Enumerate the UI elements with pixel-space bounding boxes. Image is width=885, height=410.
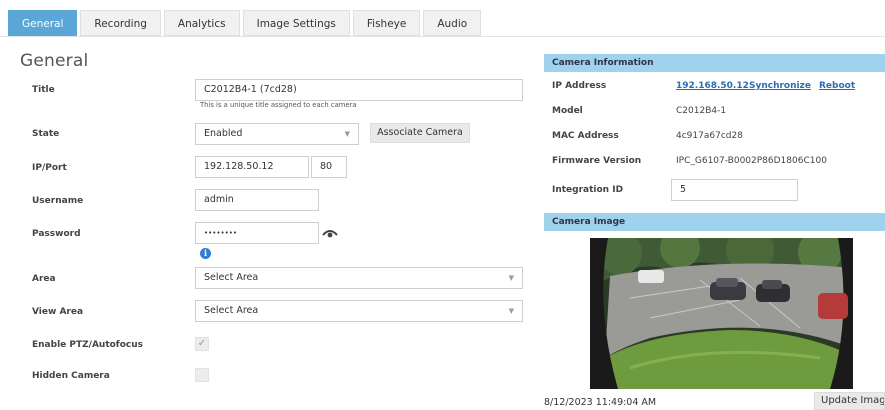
title-input[interactable]: C2012B4-1 (7cd28) [195,79,523,101]
dropdown-caret-icon: ▼ [508,274,514,282]
update-image-button[interactable]: Update Image [814,392,885,410]
camera-image-header: Camera Image [544,213,885,231]
reboot-link[interactable]: Reboot [819,81,855,91]
view-area-select[interactable]: Select Area ▼ [195,300,523,322]
view-area-label: View Area [32,307,84,317]
tab-analytics[interactable]: Analytics [163,10,240,36]
password-label: Password [32,229,81,239]
model-label: Model [552,106,583,116]
synchronize-link[interactable]: Synchronize [749,81,811,91]
ip-address-label: IP Address [552,81,607,91]
state-select[interactable]: Enabled ▼ [195,123,359,145]
title-hint: This is a unique title assigned to each … [200,101,357,109]
dropdown-caret-icon: ▼ [508,307,514,315]
port-input[interactable]: 80 [311,156,347,178]
area-select-value: Select Area [204,272,259,283]
tab-divider [0,36,885,37]
tab-recording[interactable]: Recording [80,10,161,36]
tab-fisheye[interactable]: Fisheye [352,10,421,36]
eye-icon[interactable] [322,225,338,239]
ip-address-link[interactable]: 192.168.50.12 [676,81,749,91]
title-label: Title [32,85,55,95]
associate-camera-button[interactable]: Associate Camera [370,123,470,143]
mac-address-value: 4c917a67cd28 [676,131,743,141]
page-title: General [20,51,89,71]
ipport-label: IP/Port [32,163,67,173]
state-label: State [32,129,60,139]
info-icon[interactable]: i [200,248,211,259]
tab-general[interactable]: General [8,10,78,36]
tab-bar: General Recording Analytics Image Settin… [8,10,484,36]
firmware-value: IPC_G6107-B0002P86D1806C100 [676,156,827,166]
firmware-label: Firmware Version [552,156,642,166]
mac-address-label: MAC Address [552,131,619,141]
model-value: C2012B4-1 [676,106,727,116]
area-label: Area [32,274,56,284]
integration-id-label: Integration ID [552,185,624,195]
area-select[interactable]: Select Area ▼ [195,267,523,289]
checkmark-icon: ✓ [197,338,207,349]
camera-snapshot-image [590,238,853,389]
username-input[interactable]: admin [195,189,319,211]
ptz-checkbox[interactable]: ✓ [195,337,209,351]
tab-audio[interactable]: Audio [423,10,482,36]
snapshot-timestamp: 8/12/2023 11:49:04 AM [544,397,657,408]
ptz-label: Enable PTZ/Autofocus [32,340,143,350]
username-label: Username [32,196,84,206]
ip-input[interactable]: 192.128.50.12 [195,156,309,178]
view-area-select-value: Select Area [204,305,259,316]
tab-image-settings[interactable]: Image Settings [242,10,350,36]
hidden-camera-checkbox[interactable] [195,368,209,382]
state-select-value: Enabled [204,128,243,139]
hidden-camera-label: Hidden Camera [32,371,110,381]
dropdown-caret-icon: ▼ [344,130,350,138]
integration-id-input[interactable]: 5 [671,179,798,201]
password-input[interactable]: •••••••• [195,222,319,244]
camera-info-header: Camera Information [544,54,885,72]
